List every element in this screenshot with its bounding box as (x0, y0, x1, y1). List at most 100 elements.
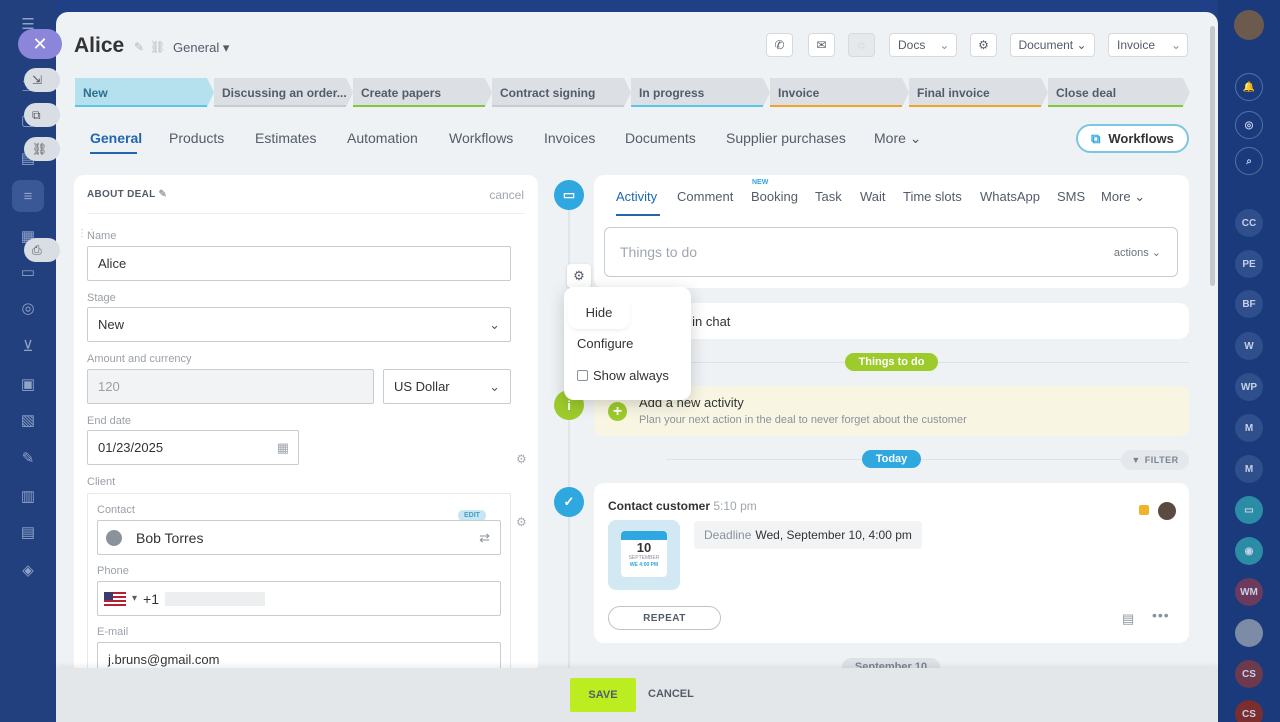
stage-create-papers[interactable]: Create papers (353, 78, 492, 107)
gear-icon[interactable]: ⚙ (970, 33, 997, 57)
deal-title[interactable]: Alice (74, 34, 124, 58)
tab-booking[interactable]: Booking (751, 189, 798, 204)
tasks-icon[interactable]: ▧ (12, 404, 44, 436)
amount-field[interactable]: 120 (87, 369, 374, 404)
rail-avatar[interactable]: CS (1235, 700, 1263, 722)
gear-icon[interactable]: ⚙ (516, 452, 527, 466)
plus-icon[interactable]: + (608, 402, 627, 421)
workflows-button[interactable]: ⧉ Workflows (1076, 124, 1189, 153)
show-always-label[interactable]: Show always (593, 368, 669, 383)
tab-automation[interactable]: Automation (347, 130, 418, 146)
activity-stream-icon[interactable]: ◎ (1235, 111, 1263, 139)
tab-more[interactable]: More ⌄ (874, 130, 922, 147)
avatar[interactable] (1158, 502, 1176, 520)
category-dropdown[interactable]: General ▾ (173, 40, 229, 56)
name-field[interactable]: Alice (87, 246, 511, 281)
show-always-checkbox[interactable] (577, 370, 588, 381)
repeat-button[interactable]: REPEAT (608, 606, 721, 630)
minimize-icon[interactable]: ⇲ (24, 68, 60, 92)
calendar-icon[interactable]: ▦ (277, 440, 289, 456)
scrollbar[interactable] (1210, 26, 1215, 286)
stage-discussing[interactable]: Discussing an order... (214, 78, 353, 107)
notifications-icon[interactable]: 🔔 (1235, 73, 1263, 101)
pencil-icon[interactable]: ✎ (158, 189, 167, 200)
rail-avatar[interactable]: CS (1235, 660, 1263, 688)
end-date-field[interactable]: 01/23/2025 ▦ (87, 430, 299, 465)
apps-icon[interactable]: ▤ (12, 516, 44, 548)
note-icon[interactable]: ▤ (1122, 611, 1134, 627)
tab-products[interactable]: Products (169, 130, 224, 146)
rail-photo-avatar[interactable] (1235, 619, 1263, 647)
book-icon[interactable]: ▣ (12, 368, 44, 400)
rail-avatar[interactable]: WM (1235, 578, 1263, 606)
copy-link-icon[interactable]: ⛓ (24, 137, 60, 161)
docs-button[interactable]: Docs ⌄ (889, 33, 957, 57)
phone-icon[interactable]: ✆ (766, 33, 793, 57)
save-button[interactable]: SAVE (570, 678, 636, 712)
stage-close-deal[interactable]: Close deal (1048, 78, 1190, 107)
stage-select[interactable]: New ⌄ (87, 307, 511, 342)
group-icon[interactable]: ◉ (1235, 537, 1263, 565)
actions-dropdown[interactable]: actions ⌄ (1114, 246, 1161, 259)
contact-field[interactable]: Bob Torres ⇄ (97, 520, 501, 555)
document-button[interactable]: Document ⌄ (1010, 33, 1095, 57)
tab-sms[interactable]: SMS (1057, 189, 1085, 204)
tab-estimates[interactable]: Estimates (255, 130, 316, 146)
search-chat-icon[interactable]: ⌕ (1235, 147, 1263, 175)
tab-activity[interactable]: Activity (616, 189, 657, 204)
target-icon[interactable]: ◎ (12, 292, 44, 324)
tab-time-slots[interactable]: Time slots (903, 189, 962, 204)
tab-task[interactable]: Task (815, 189, 842, 204)
rail-avatar[interactable]: BF (1235, 290, 1263, 318)
task-title[interactable]: Contact customer 5:10 pm (608, 499, 757, 513)
invoice-button[interactable]: Invoice ⌄ (1108, 33, 1188, 57)
tab-more-activity[interactable]: More ⌄ (1101, 189, 1145, 205)
user-avatar[interactable] (1234, 10, 1264, 40)
rail-avatar[interactable]: M (1235, 414, 1263, 442)
analytics-icon[interactable]: ▥ (12, 480, 44, 512)
mail-icon[interactable]: ✉ (808, 33, 835, 57)
sign-icon[interactable]: ✎ (12, 442, 44, 474)
close-slider-icon[interactable]: ✕ (18, 29, 62, 59)
cart-icon[interactable]: ⊻ (12, 330, 44, 362)
gear-icon[interactable]: ⚙ (567, 264, 591, 288)
rail-avatar[interactable]: M (1235, 455, 1263, 483)
cancel-button[interactable]: CANCEL (648, 688, 694, 700)
configure-menu-item[interactable]: Configure (577, 336, 633, 351)
tab-documents[interactable]: Documents (625, 130, 696, 146)
more-dots-icon[interactable]: ••• (1152, 607, 1170, 623)
stage-new[interactable]: New (75, 78, 214, 107)
swap-icon[interactable]: ⇄ (479, 530, 490, 546)
edit-link-icons[interactable]: ✎⛓ (134, 40, 171, 54)
tab-whatsapp[interactable]: WhatsApp (980, 189, 1040, 204)
rail-avatar[interactable]: WP (1235, 373, 1263, 401)
tab-workflows[interactable]: Workflows (449, 130, 513, 146)
tab-supplier-purchases[interactable]: Supplier purchases (726, 130, 846, 146)
cancel-edit-link[interactable]: cancel (489, 188, 524, 202)
tab-general[interactable]: General (90, 130, 142, 146)
hide-menu-item[interactable]: Hide (570, 297, 628, 327)
stage-contract-signing[interactable]: Contract signing (492, 78, 631, 107)
cube-icon[interactable]: ◈ (12, 554, 44, 586)
tab-invoices[interactable]: Invoices (544, 130, 595, 146)
currency-select[interactable]: US Dollar ⌄ (383, 369, 511, 404)
things-to-do-input[interactable]: Things to do actions ⌄ (604, 227, 1178, 277)
open-new-window-icon[interactable]: ⧉ (24, 103, 60, 127)
tab-wait[interactable]: Wait (860, 189, 886, 204)
deadline-box[interactable]: Deadline Wed, September 10, 4:00 pm (694, 521, 922, 549)
filter-button[interactable]: ▼ FILTER (1121, 450, 1189, 470)
chat-group-icon[interactable]: ▭ (1235, 496, 1263, 524)
rail-avatar[interactable]: PE (1235, 250, 1263, 278)
stage-in-progress[interactable]: In progress (631, 78, 770, 107)
rail-avatar[interactable]: CC (1235, 209, 1263, 237)
stage-invoice[interactable]: Invoice (770, 78, 909, 107)
rail-avatar[interactable]: W (1235, 332, 1263, 360)
phone-field[interactable]: ▾ +1 (97, 581, 501, 616)
stage-final-invoice[interactable]: Final invoice (909, 78, 1048, 107)
gear-icon[interactable]: ⚙ (516, 515, 527, 529)
print-icon[interactable]: ⎙ (24, 238, 60, 262)
messenger-icon[interactable]: ◌ (848, 33, 875, 57)
filter-icon[interactable]: ≡ (12, 180, 44, 212)
tab-comment[interactable]: Comment (677, 189, 733, 204)
us-flag-icon[interactable] (104, 591, 126, 606)
